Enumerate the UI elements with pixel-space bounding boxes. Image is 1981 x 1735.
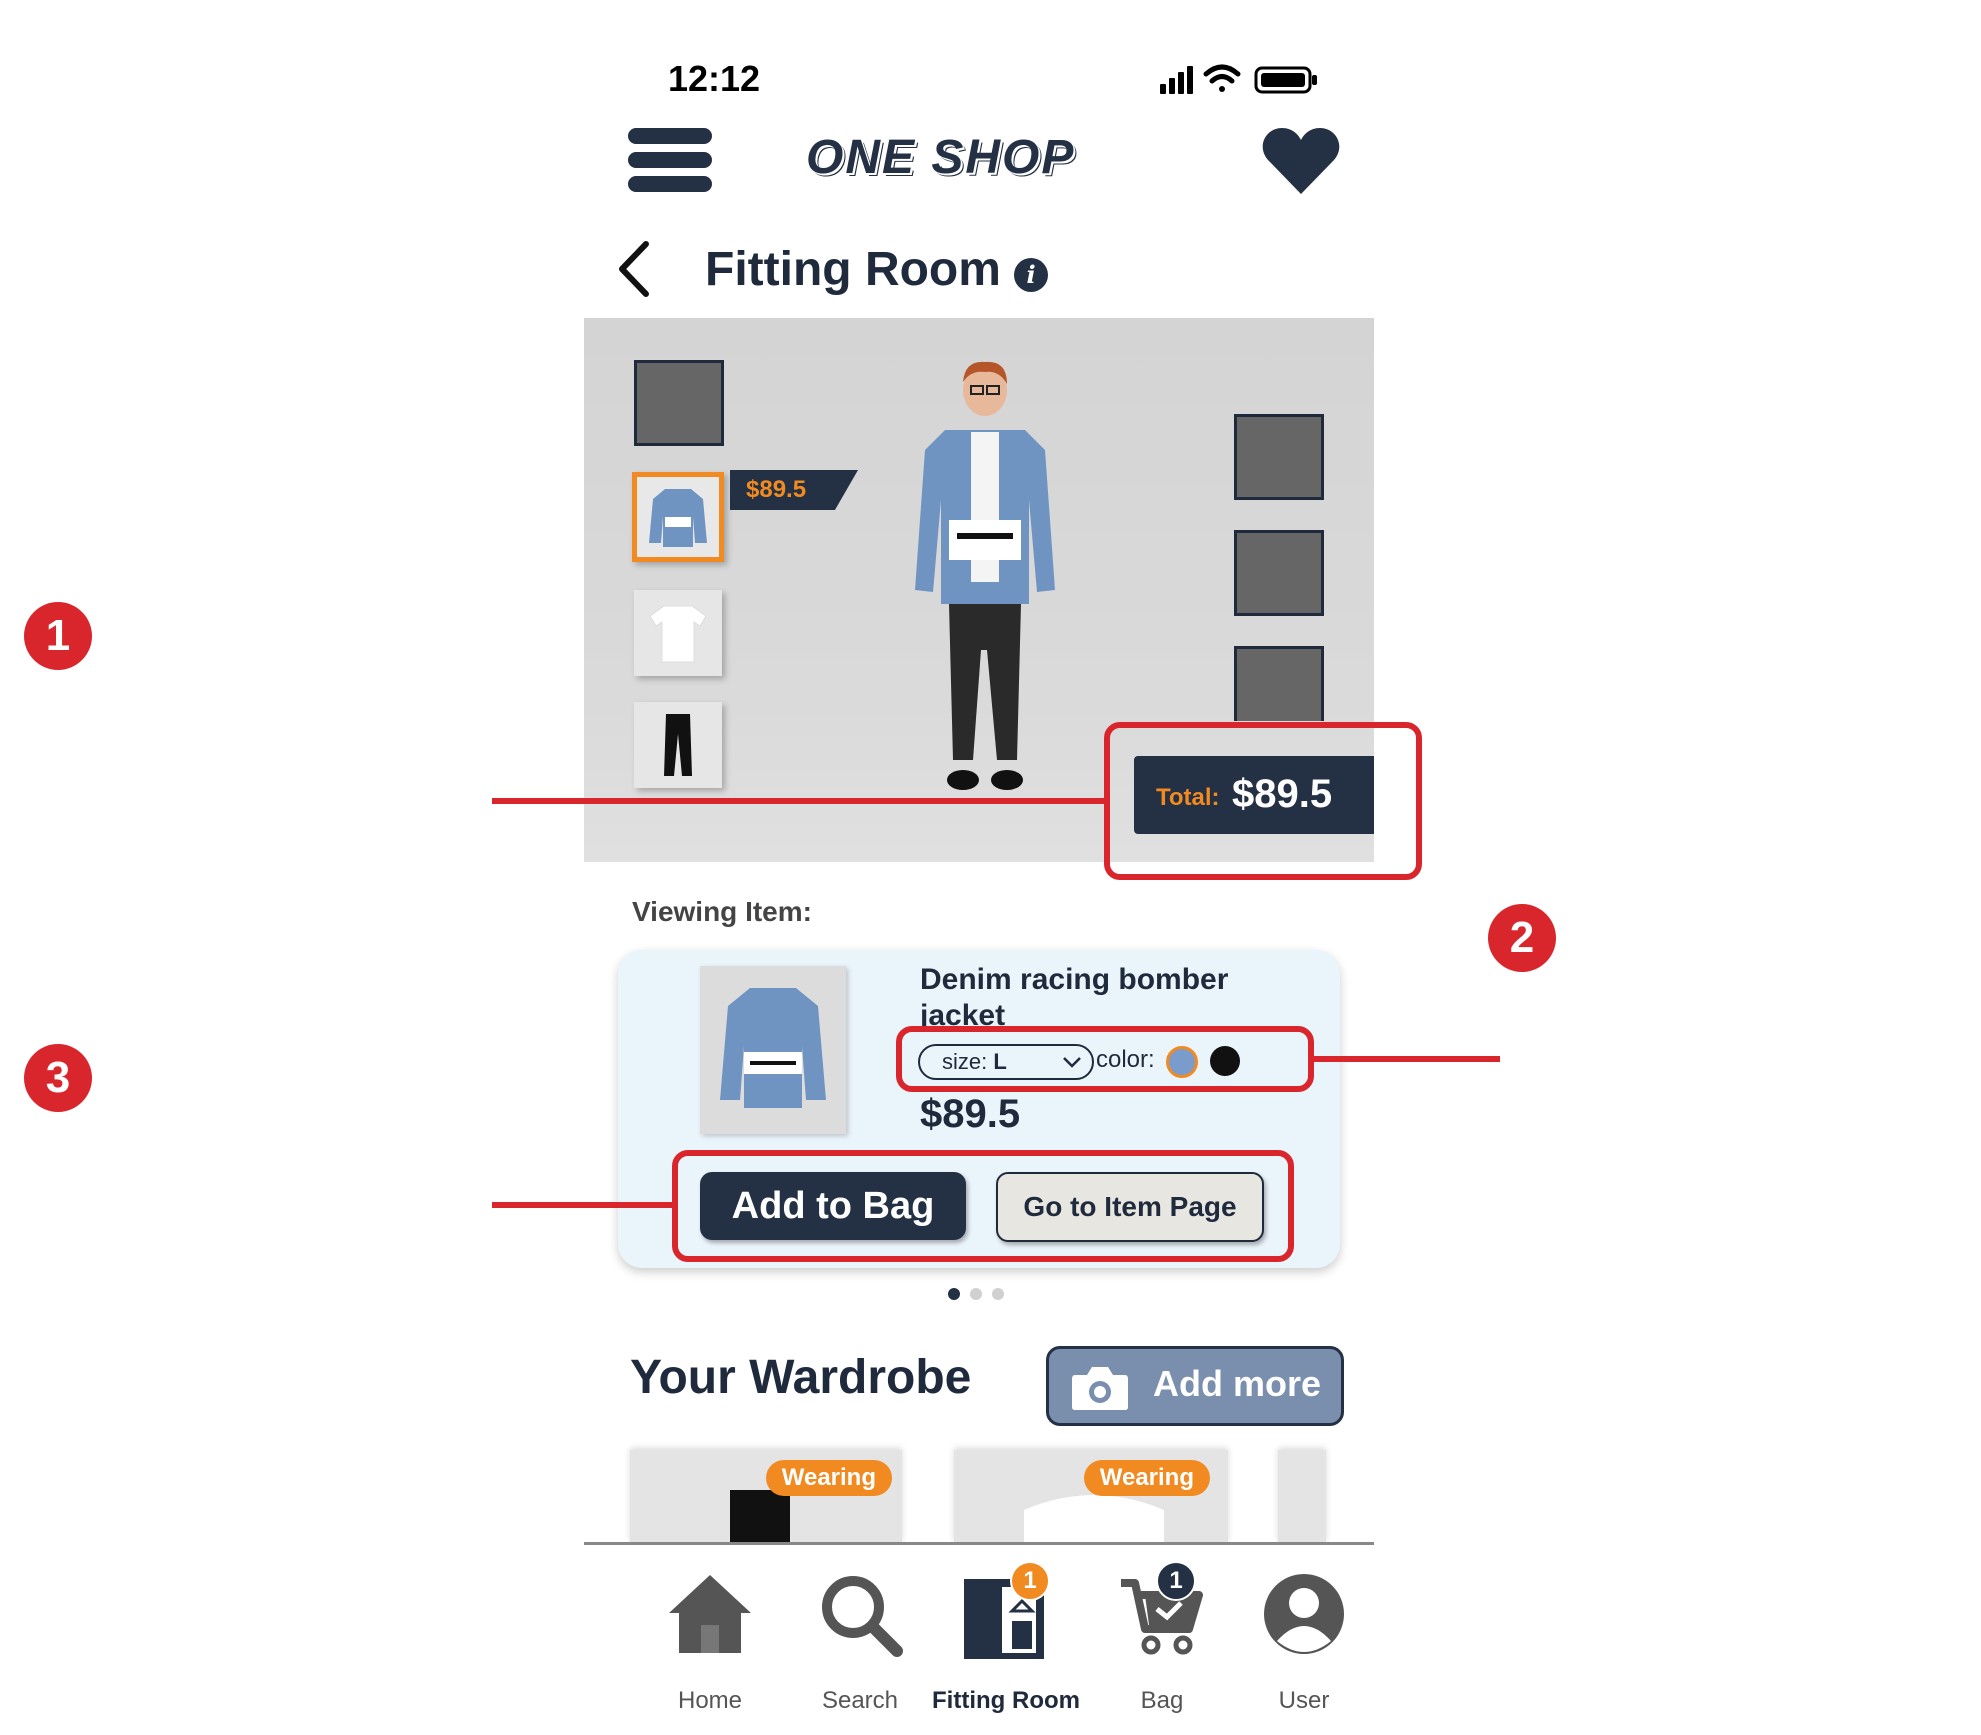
home-icon: [669, 1575, 751, 1653]
annotation-line-1: [492, 798, 1104, 804]
nav-label: Search: [821, 1687, 899, 1714]
tshirt-icon: [649, 605, 707, 663]
jacket-thumbnail[interactable]: [632, 472, 724, 562]
nav-label: User: [1278, 1687, 1330, 1714]
search-icon: [822, 1576, 903, 1657]
signal-icon: [1160, 66, 1193, 94]
info-icon[interactable]: i: [1014, 258, 1048, 292]
annotation-box-options: [896, 1026, 1314, 1092]
wardrobe-card[interactable]: Wearing: [630, 1450, 902, 1544]
pants-icon: [664, 714, 692, 776]
carousel-dot[interactable]: [970, 1288, 982, 1300]
pants-thumbnail[interactable]: [634, 702, 722, 788]
status-icons: [1160, 64, 1317, 94]
nav-label: Bag: [1140, 1687, 1184, 1714]
tshirt-thumbnail[interactable]: [634, 590, 722, 676]
annotation-box-total: [1104, 722, 1422, 880]
wearing-badge: Wearing: [765, 1460, 892, 1496]
carousel-dot[interactable]: [992, 1288, 1004, 1300]
bag-badge: 1: [1156, 1561, 1196, 1601]
nav-label: Home: [677, 1687, 743, 1714]
empty-slot[interactable]: [1234, 414, 1324, 500]
empty-slot[interactable]: [1234, 646, 1324, 721]
menu-icon[interactable]: [628, 128, 712, 192]
add-more-label: Add more: [1153, 1363, 1322, 1404]
add-more-button[interactable]: Add more: [1046, 1346, 1344, 1426]
wardrobe-card[interactable]: Wearing: [954, 1450, 1228, 1544]
item-image[interactable]: [700, 966, 846, 1134]
model-figure: [915, 361, 1055, 790]
jacket-icon: [637, 477, 719, 557]
nav-home[interactable]: Home: [640, 1571, 780, 1714]
page-title: Fitting Room: [705, 243, 1001, 296]
empty-slot[interactable]: [1234, 530, 1324, 616]
annotation-line-3: [492, 1202, 672, 1208]
wifi-icon: [1203, 64, 1241, 92]
status-time: 12:12: [668, 58, 761, 99]
item-name: Denim racing bomber jacket: [920, 963, 1229, 1032]
camera-icon: [1072, 1367, 1128, 1410]
annotation-badge-3: 3: [24, 1044, 92, 1112]
annotation-line-2: [1314, 1056, 1500, 1062]
item-price: $89.5: [920, 1092, 1021, 1136]
nav-user[interactable]: User: [1234, 1571, 1374, 1714]
viewing-item-label: Viewing Item:: [632, 896, 812, 927]
wearing-badge: Wearing: [1083, 1460, 1210, 1496]
nav-label: Fitting Room: [932, 1687, 1080, 1714]
annotation-box-buttons: [672, 1150, 1294, 1262]
carousel-dot-active[interactable]: [948, 1288, 960, 1300]
battery-icon: [1254, 66, 1317, 94]
nav-search[interactable]: Search: [790, 1571, 930, 1714]
bottom-nav: Home Search 1 Fitting Room 1 Bag User: [584, 1542, 1374, 1714]
back-arrow-icon[interactable]: [614, 240, 654, 298]
fitting-room-badge: 1: [1010, 1561, 1050, 1601]
nav-bag[interactable]: 1 Bag: [1092, 1561, 1232, 1714]
wardrobe-title: Your Wardrobe: [630, 1351, 972, 1404]
wardrobe-card-partial[interactable]: [1278, 1450, 1326, 1544]
user-icon: [1264, 1574, 1344, 1654]
brand-logo[interactable]: ONE SHOP: [806, 130, 1156, 190]
annotation-badge-2: 2: [1488, 904, 1556, 972]
empty-slot[interactable]: [634, 360, 724, 446]
nav-fitting-room[interactable]: 1 Fitting Room: [932, 1561, 1080, 1714]
annotation-badge-1: 1: [24, 602, 92, 670]
heart-icon[interactable]: [1262, 126, 1340, 196]
